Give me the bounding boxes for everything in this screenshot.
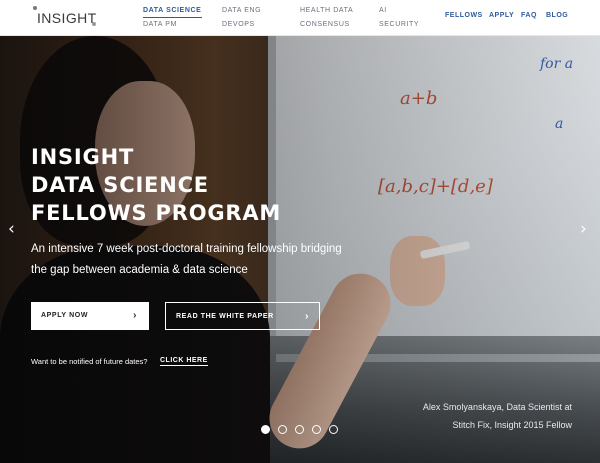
chevron-right-icon: ›: [305, 311, 309, 322]
insight-logo[interactable]: INSIGHT: [32, 6, 102, 32]
apply-now-button[interactable]: APPLY NOW ›: [31, 302, 149, 330]
apply-now-label: APPLY NOW: [41, 312, 89, 319]
nav-devops[interactable]: DEVOPS: [222, 19, 255, 31]
hero-headline-line-3: FELLOWS PROGRAM: [31, 201, 282, 225]
nav-security[interactable]: SECURITY: [379, 19, 419, 31]
logo-text: INSIGHT: [37, 10, 97, 26]
notify-text: Want to be notified of future dates?: [31, 357, 148, 366]
carousel-dot-2[interactable]: [278, 425, 287, 434]
hero-subline-2: the gap between academia & data science: [31, 264, 248, 276]
nav-active-underline: [143, 17, 202, 18]
caption-line-1: Alex Smolyanskaya, Data Scientist at: [422, 402, 572, 412]
nav-apply[interactable]: APPLY: [489, 10, 514, 22]
caption-line-2: Stitch Fix, Insight 2015 Fellow: [452, 420, 572, 430]
nav-consensus[interactable]: CONSENSUS: [300, 19, 350, 31]
click-here-link[interactable]: CLICK HERE: [160, 357, 208, 366]
carousel-dot-3[interactable]: [295, 425, 304, 434]
nav-data-pm[interactable]: DATA PM: [143, 19, 177, 31]
site-header: INSIGHT DATA SCIENCE DATA PM DATA ENG DE…: [0, 0, 600, 36]
hero-headline-line-1: INSIGHT: [31, 145, 135, 169]
white-paper-label: READ THE WHITE PAPER: [176, 313, 274, 320]
nav-blog[interactable]: BLOG: [546, 10, 568, 22]
nav-ai[interactable]: AI: [379, 5, 387, 17]
hero-headline-line-2: DATA SCIENCE: [31, 173, 209, 197]
arrow-left-icon[interactable]: ‹: [8, 219, 15, 239]
nav-fellows[interactable]: FELLOWS: [445, 10, 483, 22]
carousel-dot-4[interactable]: [312, 425, 321, 434]
hero-subline-1: An intensive 7 week post-doctoral traini…: [31, 243, 342, 255]
arrow-right-icon[interactable]: ›: [580, 219, 587, 239]
carousel-dot-5[interactable]: [329, 425, 338, 434]
hero-carousel: a+b [a,b,c]+[d,e] for a a INSIGHT DATA S…: [0, 36, 600, 463]
nav-data-science[interactable]: DATA SCIENCE: [143, 5, 201, 17]
white-paper-button[interactable]: READ THE WHITE PAPER ›: [165, 302, 320, 330]
logo-mark-icon: [92, 22, 96, 26]
carousel-dot-1[interactable]: [261, 425, 270, 434]
nav-faq[interactable]: FAQ: [521, 10, 537, 22]
nav-health-data[interactable]: HEALTH DATA: [300, 5, 353, 17]
nav-data-eng[interactable]: DATA ENG: [222, 5, 261, 17]
chevron-right-icon: ›: [133, 310, 137, 321]
photo-caption: Alex Smolyanskaya, Data Scientist at Sti…: [372, 398, 572, 434]
